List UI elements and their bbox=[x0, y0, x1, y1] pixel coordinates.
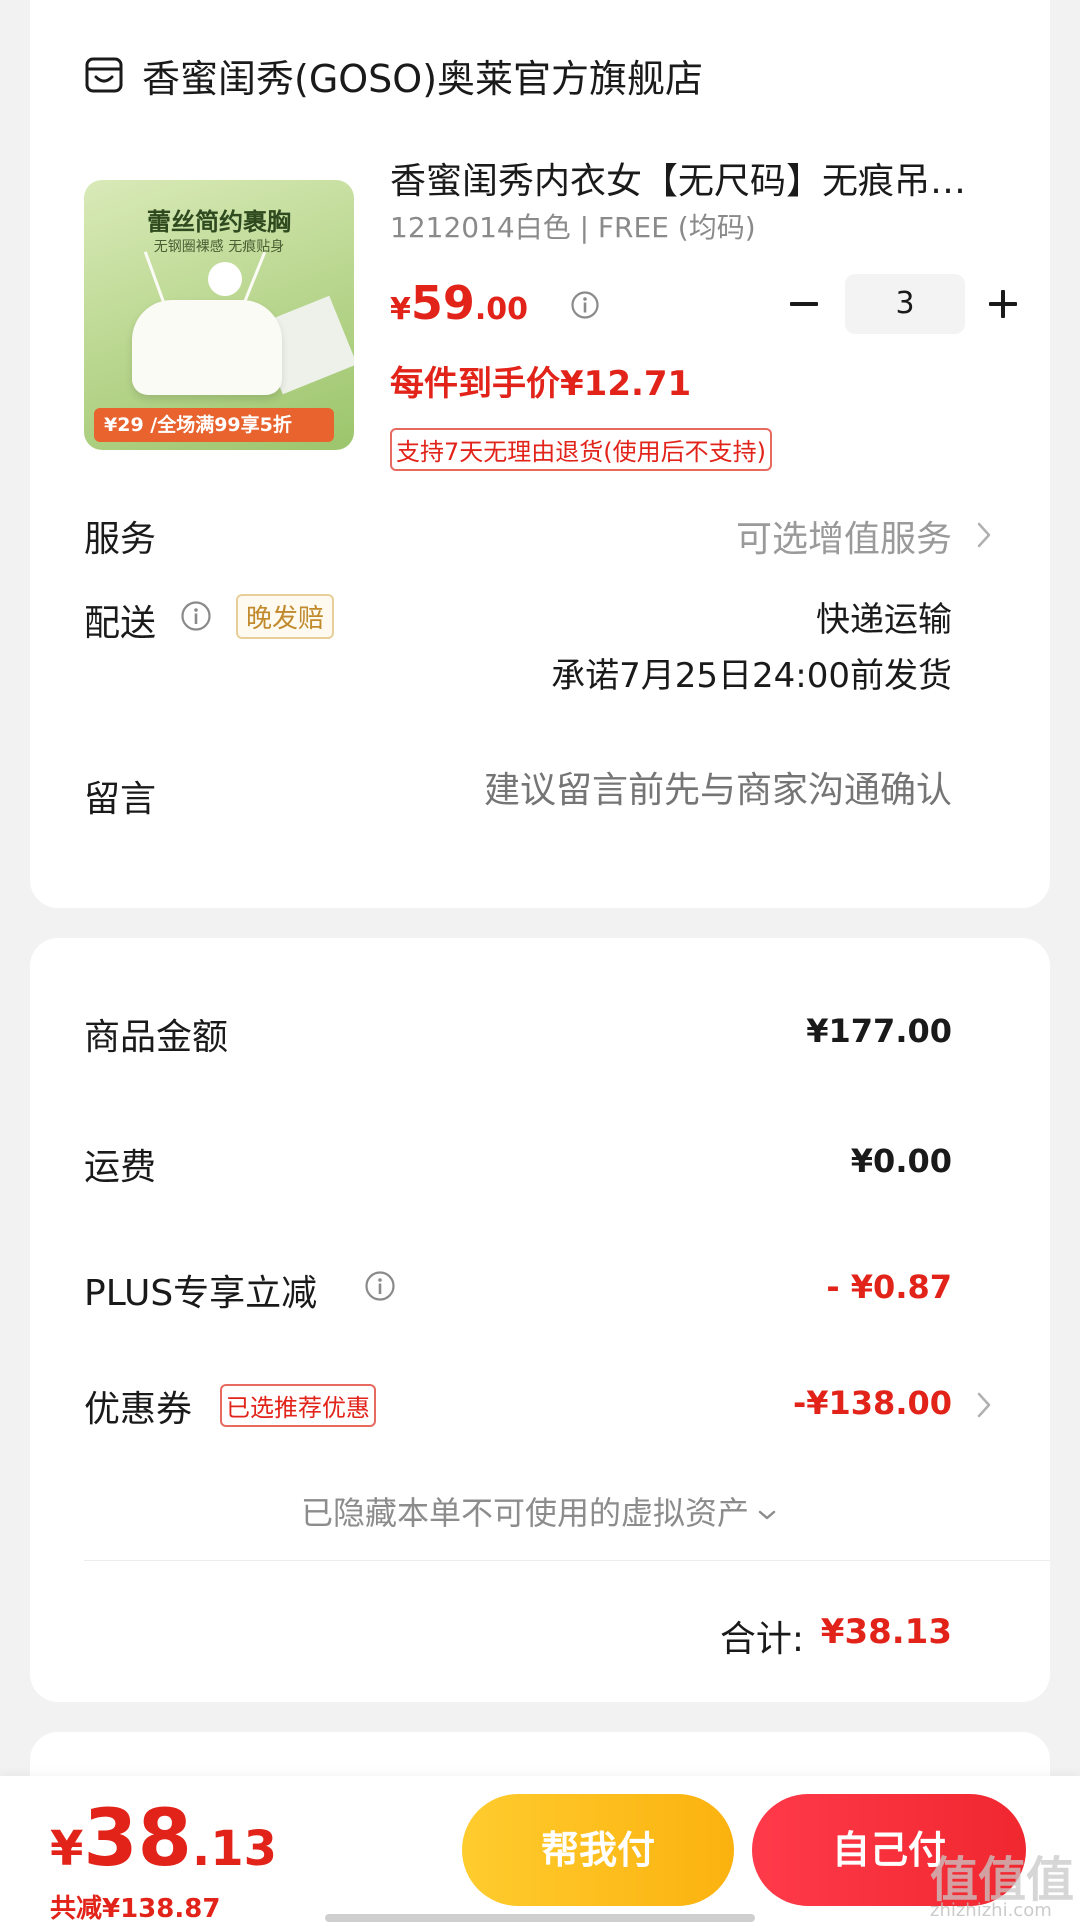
late-shipment-compensation-badge: 晚发赔 bbox=[236, 594, 335, 639]
message-input[interactable] bbox=[352, 770, 952, 811]
payable-symbol: ¥ bbox=[50, 1821, 84, 1877]
shipping-fee-value: ¥0.00 bbox=[850, 1142, 952, 1180]
cotton-flower bbox=[208, 262, 242, 296]
home-indicator[interactable] bbox=[325, 1914, 755, 1922]
help-me-pay-button[interactable]: 帮我付 bbox=[462, 1794, 734, 1906]
checkout-bar: ¥38.13 共减¥138.87 帮我付 自己付 值值值 zhizhizhi.c… bbox=[0, 1776, 1080, 1927]
total-savings[interactable]: 共减¥138.87 bbox=[50, 1888, 220, 1925]
hidden-assets-text: 已隐藏本单不可使用的虚拟资产 bbox=[300, 1494, 749, 1532]
image-headline: 蕾丝简约裹胸 bbox=[147, 208, 291, 236]
price-decimal: .00 bbox=[474, 292, 529, 327]
total-label: 合计: bbox=[719, 1619, 804, 1660]
info-icon[interactable] bbox=[364, 1270, 396, 1302]
unit-price: ¥59.00 bbox=[390, 276, 528, 330]
value-added-service-link[interactable]: 可选增值服务 bbox=[736, 510, 952, 562]
return-policy-badge: 支持7天无理由退货(使用后不支持) bbox=[390, 428, 772, 471]
product-title[interactable]: 香蜜闺秀内衣女【无尺码】无痕吊带裹胸 bbox=[390, 152, 1000, 204]
plus-discount-value: - ¥0.87 bbox=[826, 1268, 952, 1306]
image-subline: 无钢圈裸感 无痕贴身 bbox=[153, 239, 285, 255]
delivery-promise: 承诺7月25日24:00前发货 bbox=[551, 656, 952, 696]
garment-shape bbox=[132, 300, 282, 395]
quantity-input[interactable]: 3 bbox=[845, 274, 965, 334]
delivery-label: 配送 bbox=[84, 603, 157, 644]
store-icon bbox=[85, 57, 123, 93]
increase-quantity-button[interactable] bbox=[985, 286, 1021, 322]
per-item-price: 每件到手价¥12.71 bbox=[390, 364, 692, 404]
plus-discount-label: PLUS专享立减 bbox=[84, 1273, 318, 1314]
goods-amount-value: ¥177.00 bbox=[806, 1012, 952, 1050]
price-symbol: ¥ bbox=[390, 292, 411, 327]
info-icon[interactable] bbox=[180, 600, 212, 632]
price-summary-card: 商品金额 ¥177.00 运费 ¥0.00 PLUS专享立减 - ¥0.87 优… bbox=[30, 938, 1050, 1702]
image-promo-banner: ¥29 /全场满99享5折 bbox=[94, 408, 334, 442]
delivery-method[interactable]: 快递运输 bbox=[816, 592, 952, 641]
coupon-label: 优惠券 bbox=[84, 1389, 193, 1430]
watermark-url: zhizhizhi.com bbox=[930, 1900, 1052, 1921]
order-item-card: 香蜜闺秀(GOSO)奥莱官方旗舰店 蕾丝简约裹胸 无钢圈裸感 无痕贴身 ¥29 … bbox=[30, 0, 1050, 908]
chevron-right-icon[interactable] bbox=[974, 519, 994, 551]
hidden-assets-toggle[interactable]: 已隐藏本单不可使用的虚拟资产 bbox=[30, 1488, 1050, 1534]
payable-decimal: .13 bbox=[191, 1821, 277, 1877]
shipping-fee-label: 运费 bbox=[84, 1147, 157, 1188]
service-label: 服务 bbox=[84, 519, 157, 560]
chevron-down-icon bbox=[758, 1510, 776, 1520]
store-name[interactable]: 香蜜闺秀(GOSO)奥莱官方旗舰店 bbox=[142, 48, 703, 103]
product-spec[interactable]: 1212014白色 | FREE (均码) bbox=[390, 206, 756, 246]
total-value: ¥38.13 bbox=[820, 1612, 952, 1652]
chevron-right-icon[interactable] bbox=[974, 1389, 994, 1421]
decrease-quantity-button[interactable] bbox=[786, 286, 822, 322]
coupon-value[interactable]: -¥138.00 bbox=[793, 1384, 952, 1422]
payable-amount: ¥38.13 bbox=[50, 1794, 277, 1884]
product-image[interactable]: 蕾丝简约裹胸 无钢圈裸感 无痕贴身 ¥29 /全场满99享5折 bbox=[84, 180, 354, 450]
goods-amount-label: 商品金额 bbox=[84, 1017, 229, 1058]
coupon-recommended-badge: 已选推荐优惠 bbox=[220, 1384, 376, 1427]
payable-integer: 38 bbox=[83, 1794, 192, 1884]
divider bbox=[84, 1560, 1050, 1561]
price-integer: 59 bbox=[410, 276, 475, 330]
message-label: 留言 bbox=[84, 779, 157, 820]
info-icon[interactable] bbox=[570, 290, 600, 320]
